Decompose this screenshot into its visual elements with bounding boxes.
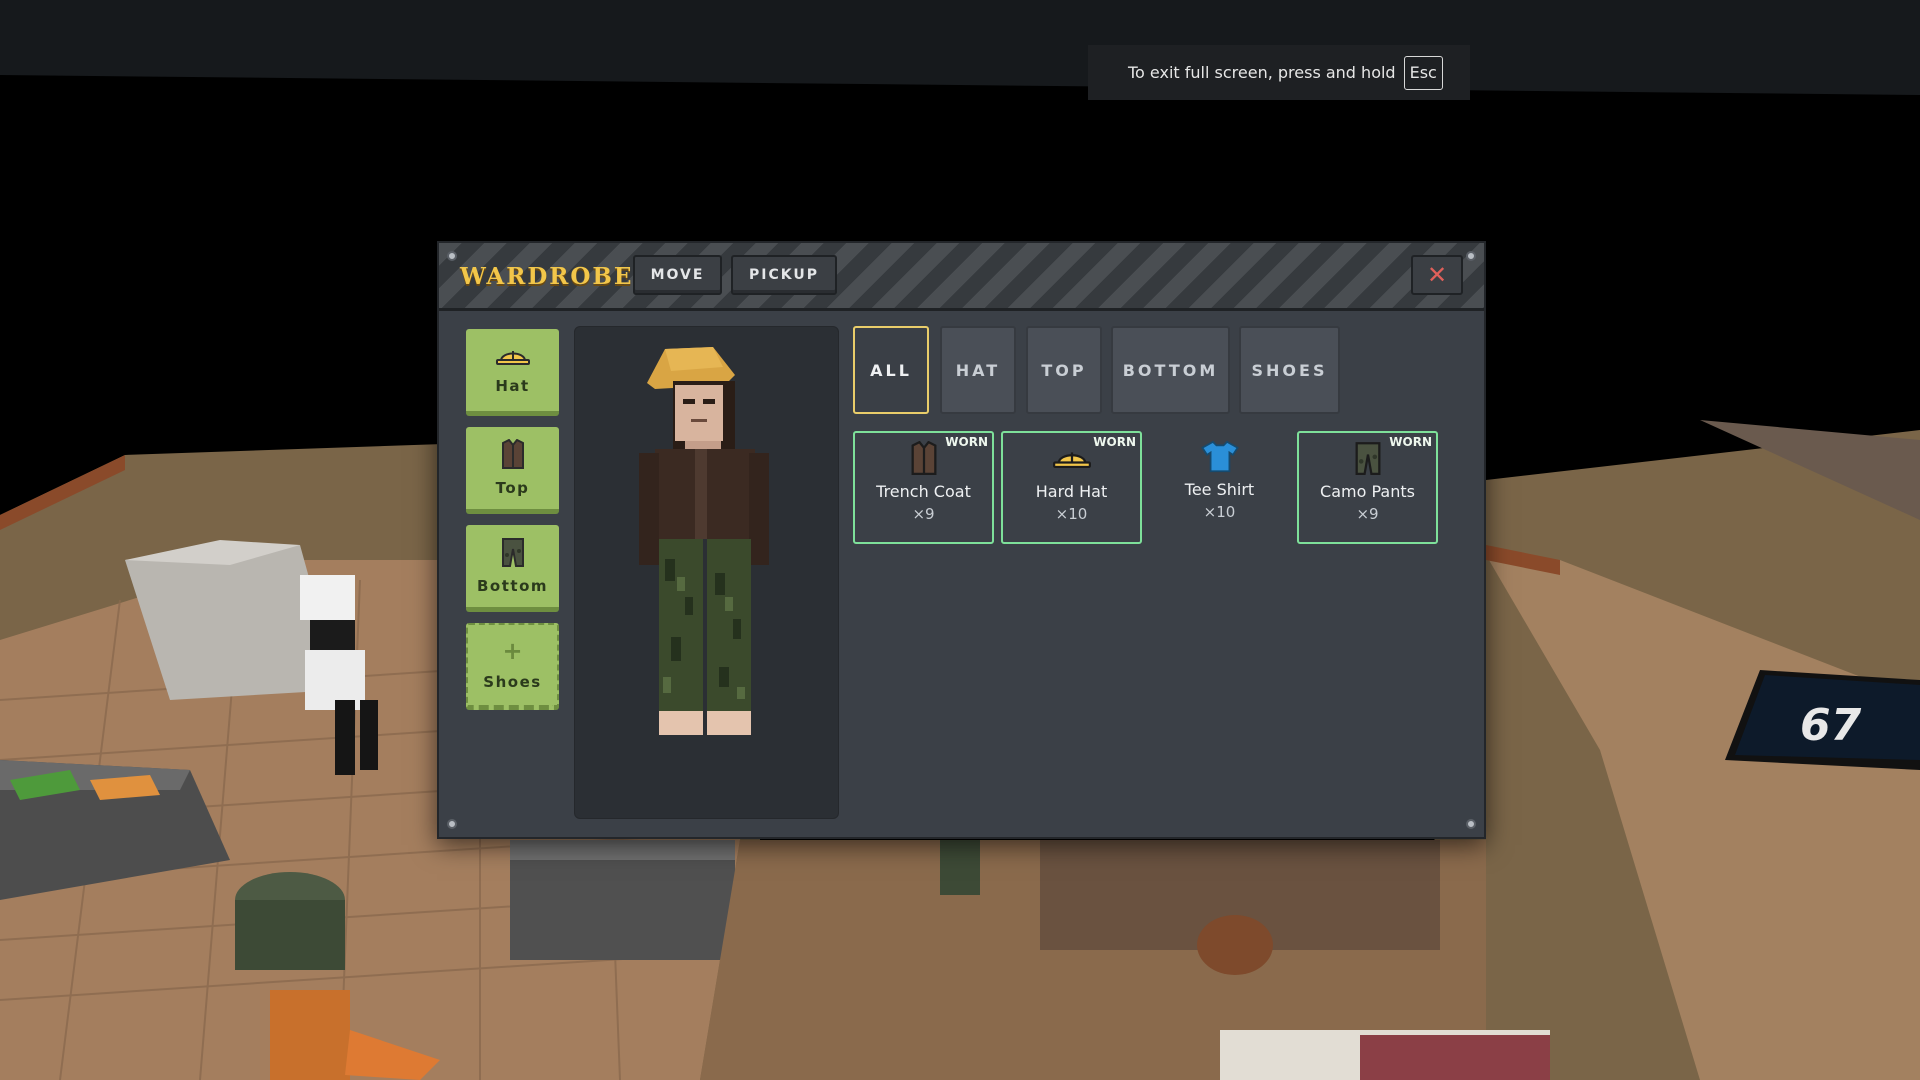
item-count: ×9	[1356, 505, 1379, 523]
rivet	[1466, 251, 1476, 261]
slot-label: Hat	[495, 377, 530, 395]
slot-label: Shoes	[483, 673, 542, 691]
item-count: ×10	[1203, 503, 1236, 521]
rivet	[447, 251, 457, 261]
item-card-hard-hat[interactable]: WORN Hard Hat ×10	[1001, 431, 1142, 544]
tab-hat[interactable]: HAT	[940, 326, 1016, 414]
item-count: ×9	[912, 505, 935, 523]
slot-hat[interactable]: Hat	[466, 329, 559, 416]
close-button[interactable]: ✕	[1411, 255, 1463, 295]
worn-badge: WORN	[1389, 435, 1432, 449]
worn-badge: WORN	[1093, 435, 1136, 449]
tab-top[interactable]: TOP	[1026, 326, 1102, 414]
tab-shoes[interactable]: SHOES	[1239, 326, 1340, 414]
item-name: Hard Hat	[1035, 482, 1108, 501]
slot-label: Top	[495, 479, 530, 497]
item-card-trench-coat[interactable]: WORN Trench Coat ×9	[853, 431, 994, 544]
window-title: WARDROBE	[460, 263, 634, 290]
slot-top[interactable]: Top	[466, 427, 559, 514]
hard-hat-icon	[495, 351, 530, 365]
camo-pants-icon	[1355, 442, 1380, 475]
move-button[interactable]: MOVE	[633, 255, 722, 295]
camo-pants-icon	[501, 538, 524, 567]
plus-icon: +	[502, 637, 523, 665]
item-name: Trench Coat	[876, 482, 971, 501]
tab-bottom[interactable]: BOTTOM	[1111, 326, 1230, 414]
tee-shirt-icon	[1200, 440, 1239, 473]
slot-bottom[interactable]: Bottom	[466, 525, 559, 612]
pickup-button[interactable]: PICKUP	[731, 255, 837, 295]
window-titlebar[interactable]: WARDROBE MOVE PICKUP ✕	[439, 243, 1484, 311]
item-name: Camo Pants	[1320, 482, 1415, 501]
character-model	[639, 347, 769, 735]
trench-coat-icon	[501, 439, 524, 469]
character-preview	[574, 326, 839, 819]
counter-display: 67	[1800, 700, 1862, 751]
item-card-tee-shirt[interactable]: Tee Shirt ×10	[1149, 431, 1290, 544]
trench-coat-icon	[911, 441, 936, 475]
worn-badge: WORN	[945, 435, 988, 449]
hard-hat-icon	[1052, 452, 1091, 469]
toast-message: To exit full screen, press and hold	[1128, 63, 1396, 82]
wardrobe-window: WARDROBE MOVE PICKUP ✕ Hat Top Bottom +	[437, 241, 1486, 839]
rivet	[447, 819, 457, 829]
item-name: Tee Shirt	[1184, 480, 1255, 499]
item-count: ×10	[1055, 505, 1088, 523]
item-card-camo-pants[interactable]: WORN Camo Pants ×9	[1297, 431, 1438, 544]
tab-all[interactable]: ALL	[853, 326, 929, 414]
esc-key-hint: Esc	[1403, 55, 1443, 90]
fullscreen-toast: To exit full screen, press and hold Esc	[1088, 45, 1470, 100]
slot-shoes[interactable]: + Shoes	[466, 623, 559, 710]
rivet	[1466, 819, 1476, 829]
close-icon: ✕	[1426, 261, 1448, 289]
slot-label: Bottom	[476, 577, 548, 595]
